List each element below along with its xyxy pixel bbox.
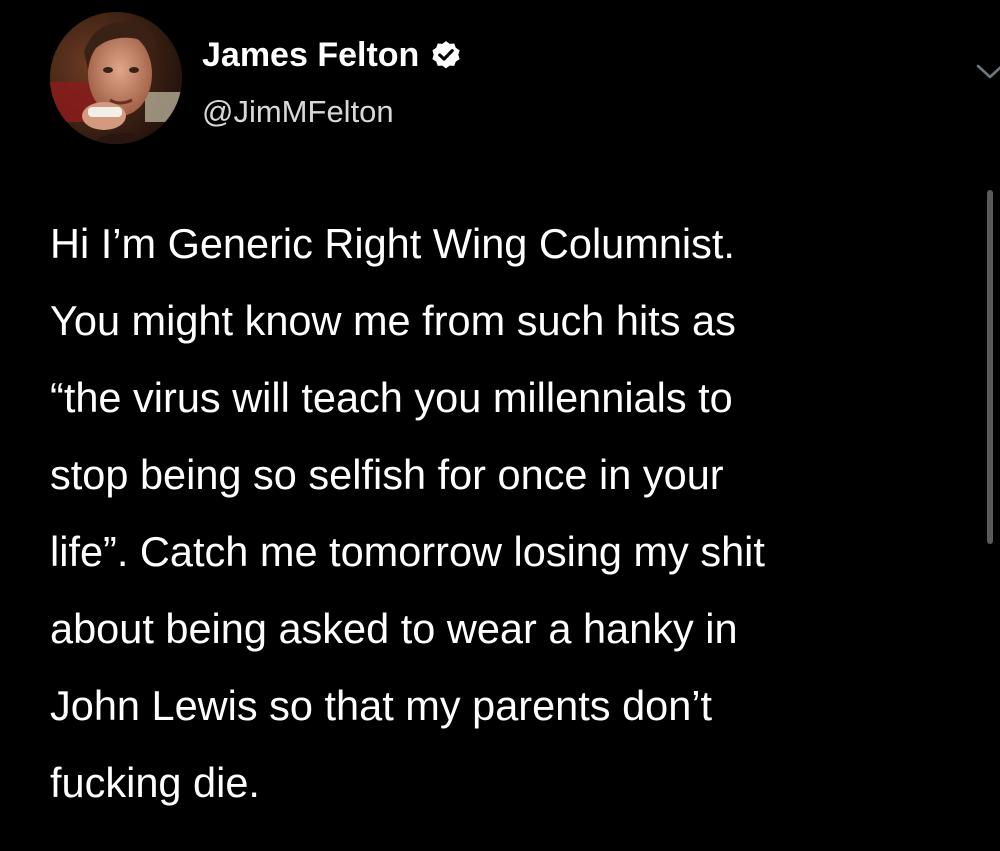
tweet-text: Hi I’m Generic Right Wing Columnist. You… [50,205,950,821]
display-name[interactable]: James Felton [202,36,419,75]
tweet-text-line: life”. Catch me tomorrow losing my shit [50,528,765,575]
scrollbar[interactable] [987,190,993,544]
chevron-down-icon[interactable] [970,60,1000,84]
verified-badge-icon [429,39,463,73]
tweet-text-line: John Lewis so that my parents don’t [50,682,713,729]
tweet-card: James Felton @JimMFelton Hi I’m Generic … [0,0,1000,851]
tweet-text-line: Hi I’m Generic Right Wing Columnist. [50,220,735,267]
author-name-row[interactable]: James Felton [202,36,463,75]
tweet-text-line: stop being so selfish for once in your [50,451,724,498]
tweet-text-line: about being asked to wear a hanky in [50,605,738,652]
tweet-text-line: “the virus will teach you millennials to [50,374,733,421]
tweet-text-line: You might know me from such hits as [50,297,736,344]
avatar-photo [50,12,182,144]
avatar[interactable] [50,12,182,144]
tweet-text-line: fucking die. [50,759,260,806]
tweet-header: James Felton @JimMFelton [50,12,1000,146]
user-handle[interactable]: @JimMFelton [202,94,394,130]
